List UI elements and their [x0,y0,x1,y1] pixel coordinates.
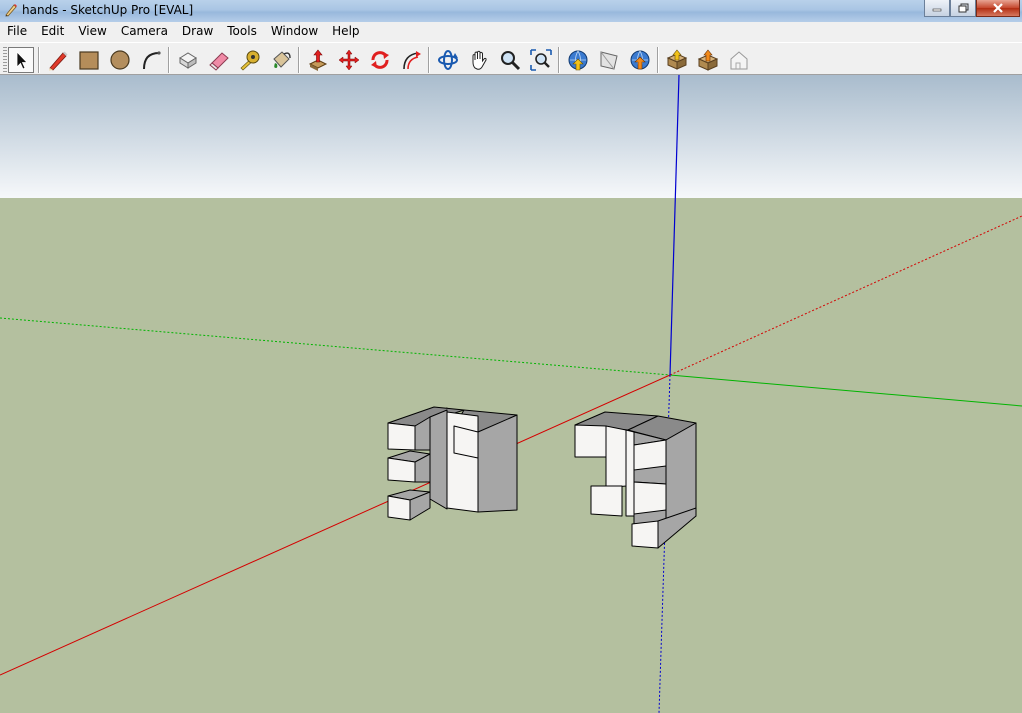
get-photo-textures-tool-button[interactable] [664,47,690,73]
menu-edit[interactable]: Edit [34,22,71,42]
push-pull-tool-button[interactable] [305,47,331,73]
rotate-tool-button[interactable] [367,47,393,73]
globe-upload-icon [630,50,650,70]
menu-camera[interactable]: Camera [114,22,175,42]
menu-view[interactable]: View [71,22,113,42]
extension-warehouse-tool-button[interactable] [695,47,721,73]
toolbar-separator [38,47,40,73]
get-models-tool-button[interactable] [565,47,591,73]
paint-bucket-tool-button[interactable] [268,47,294,73]
move-icon [338,49,360,71]
zoom-extents-tool-button[interactable] [528,47,554,73]
orbit-tool-button[interactable] [435,47,461,73]
menu-file[interactable]: File [0,22,34,42]
menu-bar: File Edit View Camera Draw Tools Window … [0,22,1022,42]
viewport-canvas[interactable] [0,75,1022,713]
arc-tool-button[interactable] [138,47,164,73]
hand-model-left[interactable] [387,406,518,521]
menu-help[interactable]: Help [325,22,366,42]
share-component-tool-button[interactable] [627,47,653,73]
zoom-extents-icon [530,49,552,71]
push-pull-icon [308,49,328,71]
close-button[interactable] [976,0,1020,17]
title-bar: hands - SketchUp Pro [EVAL] [0,0,1022,22]
model-viewport[interactable] [0,75,1022,713]
eraser-tool-button[interactable] [206,47,232,73]
tape-measure-icon [240,50,260,71]
rotate-icon [371,51,389,69]
paint-bucket-icon [273,51,291,68]
select-tool-button[interactable] [8,47,34,73]
minimize-button[interactable] [924,0,950,17]
offset-icon [403,51,421,70]
line-tool-button[interactable] [45,47,71,73]
pan-tool-button[interactable] [466,47,492,73]
magnifier-icon [501,51,521,71]
house-icon [730,51,748,70]
share-model-tool-button[interactable] [596,47,622,73]
circle-icon [110,50,130,70]
restore-button[interactable] [950,0,976,17]
menu-draw[interactable]: Draw [175,22,220,42]
toolbar-separator [657,47,659,73]
menu-tools[interactable]: Tools [220,22,264,42]
box-upload-icon [697,49,719,71]
toolbar-separator [298,47,300,73]
orbit-icon [438,50,458,70]
toolbar-separator [428,47,430,73]
window-title: hands - SketchUp Pro [EVAL] [22,3,194,17]
rectangle-tool-button[interactable] [76,47,102,73]
pencil-icon [49,51,68,71]
zoom-tool-button[interactable] [497,47,523,73]
sky [0,75,1022,198]
circle-tool-button[interactable] [107,47,133,73]
make-component-tool-button[interactable] [175,47,201,73]
share-model-icon [600,51,618,70]
rectangle-icon [79,51,99,70]
toolbar-separator [168,47,170,73]
toolbar-separator [558,47,560,73]
eraser-icon [209,52,229,71]
window-controls [924,0,1020,18]
component-icon [179,52,197,69]
toolbar-gripper[interactable] [3,47,7,73]
menu-window[interactable]: Window [264,22,325,42]
preview-in-earth-tool-button[interactable] [726,47,752,73]
move-tool-button[interactable] [336,47,362,73]
hand-icon [472,50,487,70]
arrow-cursor-icon [16,51,28,70]
box-download-icon [666,49,688,70]
minimize-icon [932,8,942,12]
sketchup-app-icon [5,4,17,17]
restore-icon [958,3,968,13]
tape-measure-tool-button[interactable] [237,47,263,73]
globe-download-icon [568,50,588,71]
toolbar [0,42,1022,75]
offset-tool-button[interactable] [398,47,424,73]
close-icon [993,3,1003,13]
arc-icon [143,51,161,70]
